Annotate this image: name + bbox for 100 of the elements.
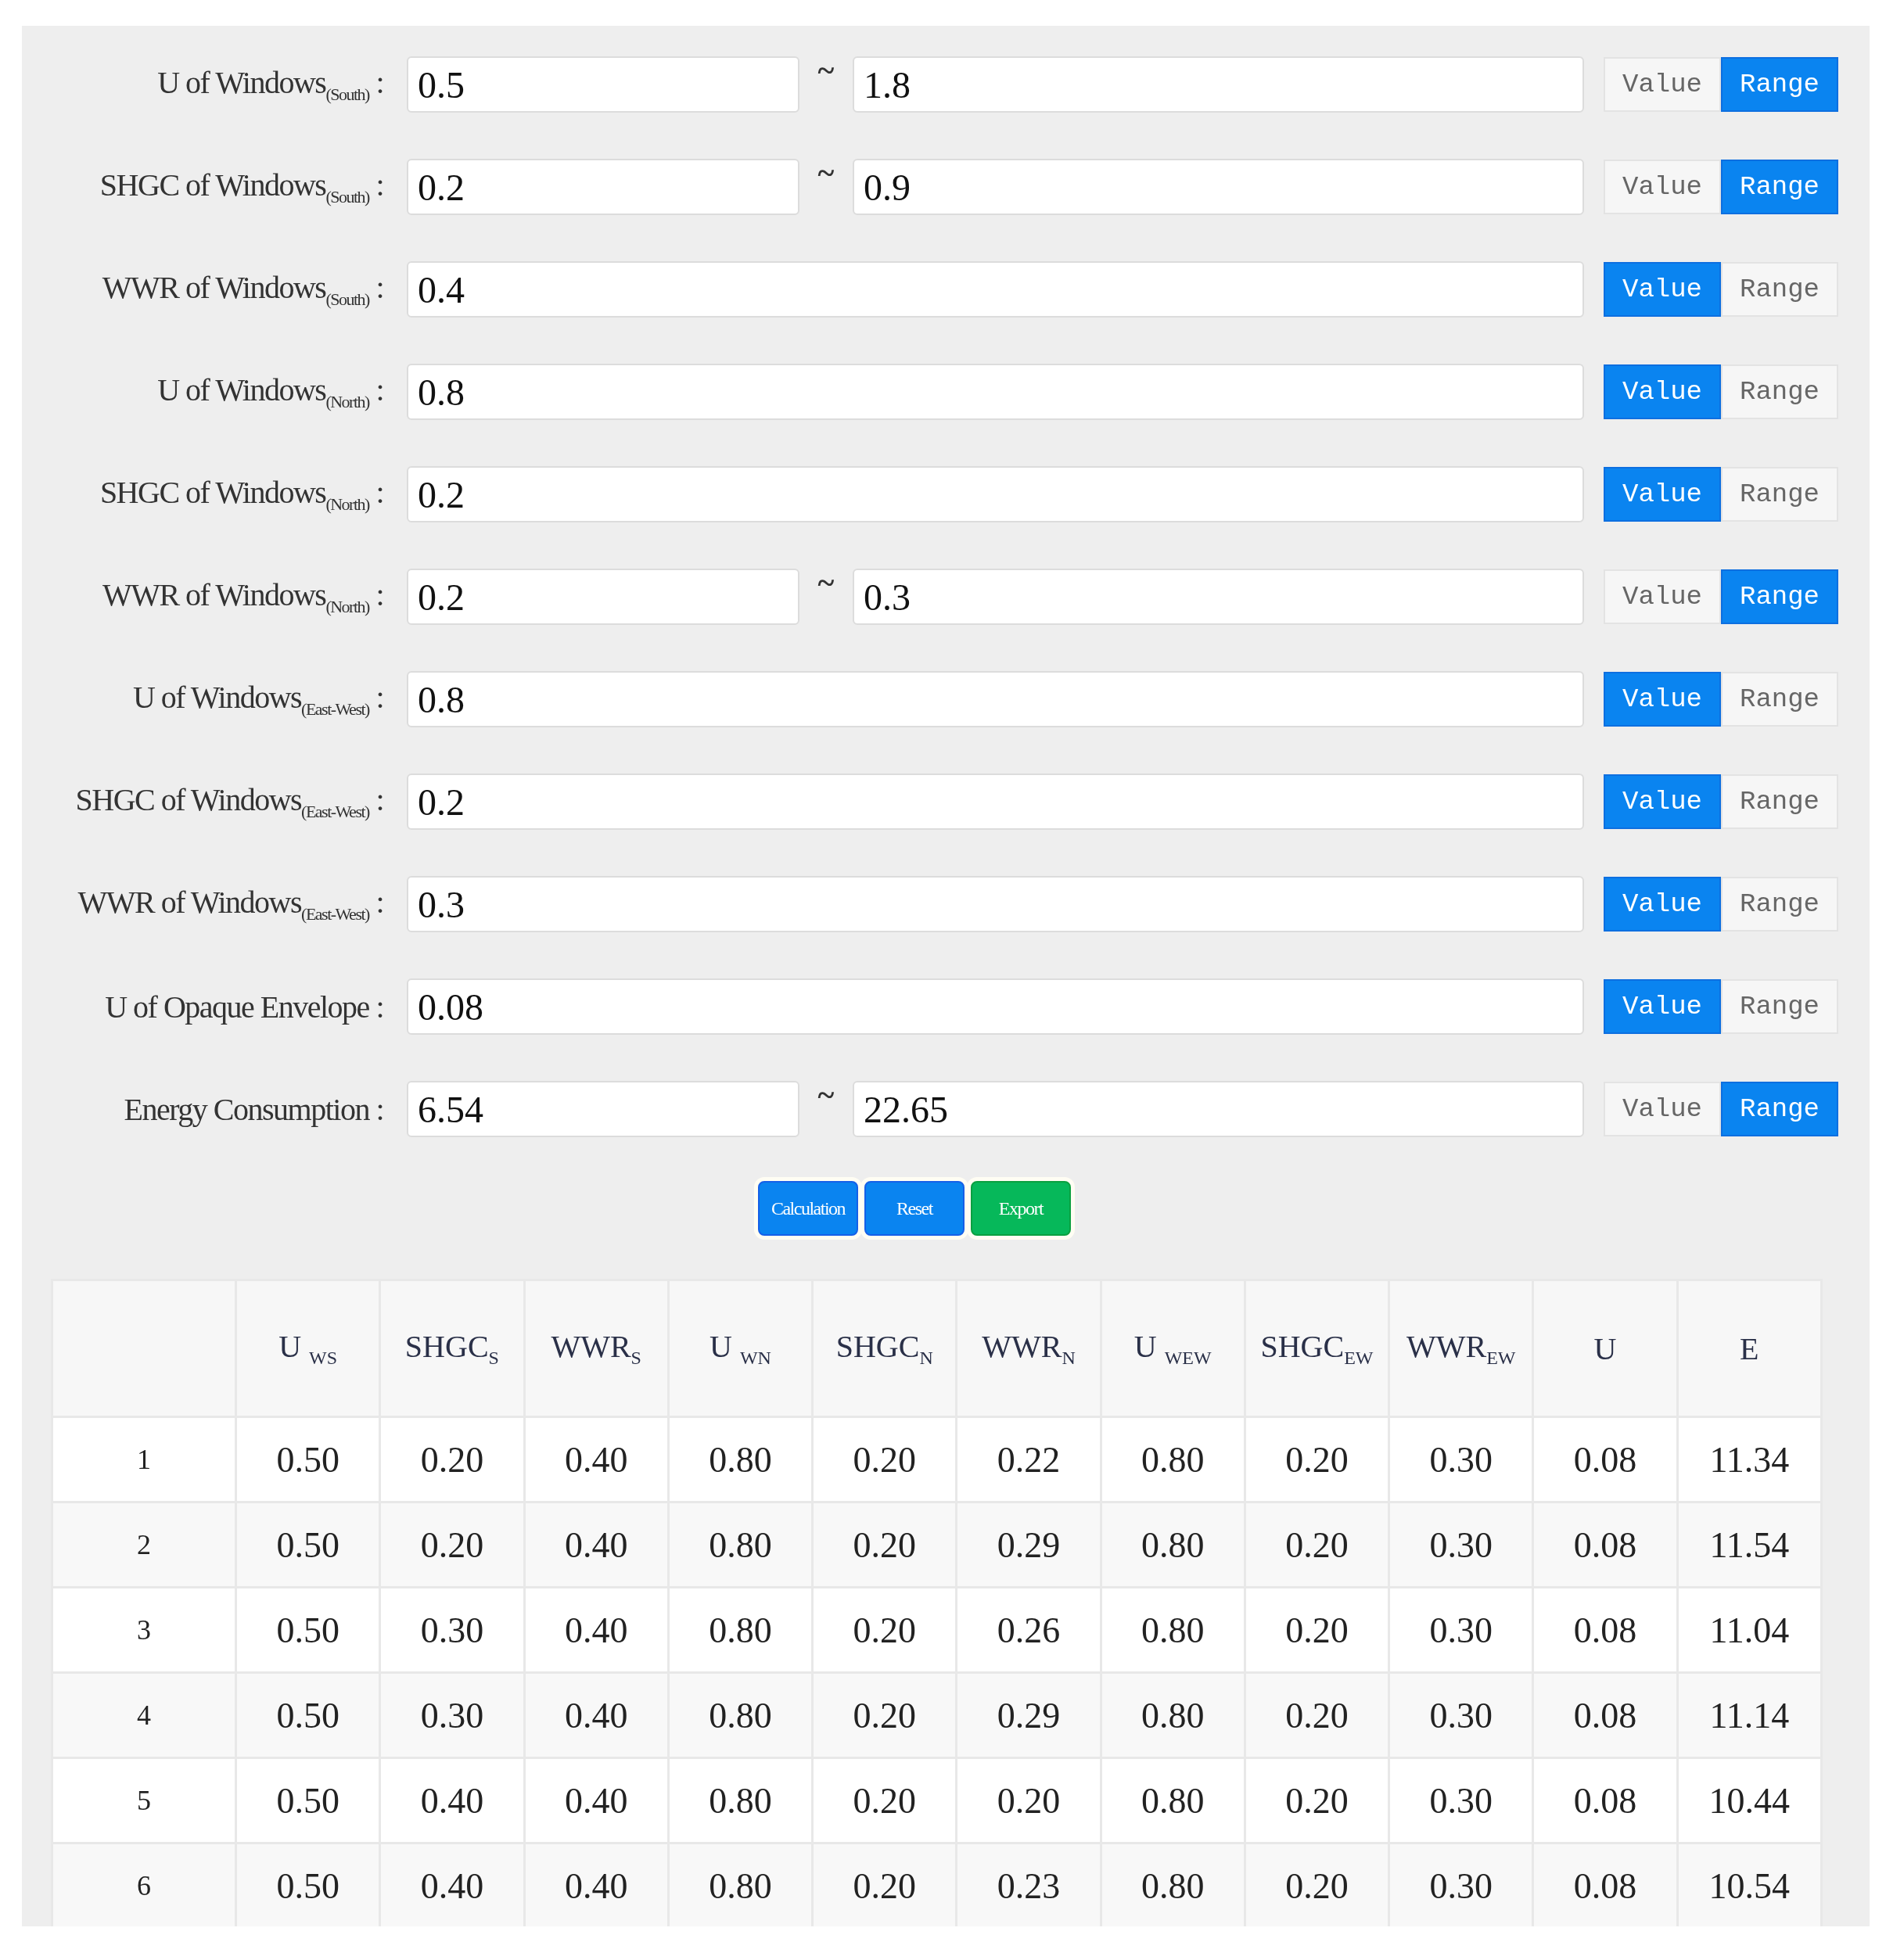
table-cell: 0.20 — [812, 1587, 957, 1673]
table-cell: 11.14 — [1677, 1672, 1822, 1758]
mode-toggle-button[interactable]: Range — [1721, 672, 1838, 727]
min-value-field[interactable]: 0.2 — [407, 159, 799, 215]
mode-toggle-button[interactable]: Value — [1604, 877, 1721, 932]
table-cell: 0.40 — [379, 1843, 525, 1926]
mode-toggle-button[interactable]: Value — [1604, 57, 1721, 112]
column-header: WWR$_{EW}$ — [1388, 1280, 1533, 1417]
table-cell: 0.08 — [1532, 1757, 1678, 1843]
table-cell: 0.20 — [956, 1757, 1101, 1843]
mode-toggle-button[interactable]: Range — [1721, 877, 1838, 932]
value-field[interactable]: 0.4 — [407, 261, 1584, 318]
mode-toggle-button[interactable]: Value — [1604, 364, 1721, 419]
value-field[interactable]: 0.8 — [407, 364, 1584, 420]
table-cell: 0.40 — [379, 1757, 525, 1843]
value-field[interactable]: 0.8 — [407, 671, 1584, 727]
table-cell: 0.30 — [379, 1587, 525, 1673]
mode-toggle-button[interactable]: Value — [1604, 672, 1721, 727]
field-label: Energy Consumption : — [123, 1090, 383, 1128]
field-label: WWR of Windows$_{(East-West)}$ : — [77, 884, 383, 924]
min-value-field[interactable]: 0.5 — [407, 56, 799, 113]
row-number: 6 — [52, 1843, 236, 1926]
table-cell: 0.08 — [1532, 1672, 1678, 1758]
value-field[interactable]: 0.2 — [407, 466, 1584, 522]
table-cell: 0.80 — [1101, 1416, 1245, 1502]
table-cell: 0.40 — [524, 1672, 669, 1758]
max-value-field[interactable]: 22.65 — [853, 1081, 1584, 1137]
table-cell: 0.20 — [379, 1502, 525, 1588]
range-separator: ~ — [817, 56, 835, 84]
mode-toggle-button[interactable]: Range — [1721, 57, 1838, 112]
value-field[interactable]: 0.08 — [407, 978, 1584, 1035]
mode-toggle-button[interactable]: Range — [1721, 467, 1838, 522]
range-separator: ~ — [817, 569, 835, 597]
field-label: U of Opaque Envelope : — [104, 988, 383, 1025]
column-header: SHGC$_{N}$ — [812, 1280, 957, 1417]
column-header: SHGC$_{S}$ — [379, 1280, 525, 1417]
value-field[interactable]: 0.2 — [407, 774, 1584, 830]
value-field[interactable]: 0.3 — [407, 876, 1584, 932]
table-cell: 0.50 — [235, 1672, 380, 1758]
column-header: WWR$_{S}$ — [524, 1280, 669, 1417]
column-header: SHGC$_{EW}$ — [1245, 1280, 1389, 1417]
column-header: U $_{WN}$ — [668, 1280, 813, 1417]
table-cell: 0.40 — [524, 1416, 669, 1502]
mode-toggle-button[interactable]: Range — [1721, 364, 1838, 419]
mode-toggle-button[interactable]: Value — [1604, 569, 1721, 624]
table-cell: 0.40 — [524, 1843, 669, 1926]
table-cell: 0.20 — [812, 1416, 957, 1502]
table-cell: 0.50 — [235, 1587, 380, 1673]
table-cell: 0.30 — [1388, 1757, 1533, 1843]
mode-toggle-button[interactable]: Range — [1721, 160, 1838, 214]
table-cell: 0.80 — [668, 1416, 813, 1502]
table-cell: 0.20 — [812, 1757, 957, 1843]
mode-toggle-button[interactable]: Range — [1721, 262, 1838, 317]
mode-toggle-button[interactable]: Range — [1721, 774, 1838, 829]
table-cell: 0.20 — [1245, 1502, 1389, 1588]
mode-toggle-button[interactable]: Value — [1604, 467, 1721, 522]
field-label: SHGC of Windows$_{(North)}$ : — [99, 474, 383, 515]
table-cell: 0.29 — [956, 1672, 1101, 1758]
table-cell: 0.50 — [235, 1502, 380, 1588]
row-number: 4 — [52, 1672, 236, 1758]
table-cell: 11.34 — [1677, 1416, 1822, 1502]
mode-toggle-button[interactable]: Value — [1604, 774, 1721, 829]
min-value-field[interactable]: 0.2 — [407, 569, 799, 625]
table-cell: 0.80 — [1101, 1502, 1245, 1588]
table-cell: 0.20 — [812, 1843, 957, 1926]
table-cell: 0.80 — [668, 1672, 813, 1758]
table-cell: 0.26 — [956, 1587, 1101, 1673]
table-cell: 0.40 — [524, 1757, 669, 1843]
mode-toggle-button[interactable]: Range — [1721, 569, 1838, 624]
mode-toggle-button[interactable]: Value — [1604, 160, 1721, 214]
table-cell: 0.30 — [1388, 1416, 1533, 1502]
field-label: U of Windows$_{(North)}$ : — [156, 372, 383, 412]
mode-toggle-button[interactable]: Value — [1604, 1082, 1721, 1136]
table-cell: 0.08 — [1532, 1416, 1678, 1502]
table-cell: 0.50 — [235, 1757, 380, 1843]
table-cell: 0.40 — [524, 1502, 669, 1588]
table-cell: 0.20 — [1245, 1843, 1389, 1926]
field-label: WWR of Windows$_{(South)}$ : — [101, 269, 383, 310]
mode-toggle-button[interactable]: Value — [1604, 262, 1721, 317]
mode-toggle-button[interactable]: Range — [1721, 1082, 1838, 1136]
column-header: U $_{WS}$ — [235, 1280, 380, 1417]
table-cell: 0.80 — [668, 1843, 813, 1926]
table-cell: 0.80 — [668, 1502, 813, 1588]
min-value-field[interactable]: 6.54 — [407, 1081, 799, 1137]
field-label: WWR of Windows$_{(North)}$ : — [101, 576, 383, 617]
mode-toggle-button[interactable]: Range — [1721, 979, 1838, 1034]
table-cell: 11.04 — [1677, 1587, 1822, 1673]
table-cell: 0.22 — [956, 1416, 1101, 1502]
max-value-field[interactable]: 0.9 — [853, 159, 1584, 215]
max-value-field[interactable]: 1.8 — [853, 56, 1584, 113]
max-value-field[interactable]: 0.3 — [853, 569, 1584, 625]
range-separator: ~ — [817, 159, 835, 187]
range-separator: ~ — [817, 1081, 835, 1109]
column-header: WWR$_{N}$ — [956, 1280, 1101, 1417]
mode-toggle-button[interactable]: Value — [1604, 979, 1721, 1034]
column-header: U — [1532, 1280, 1678, 1417]
table-cell: 0.20 — [812, 1672, 957, 1758]
table-cell: 0.80 — [668, 1587, 813, 1673]
table-cell: 0.20 — [812, 1502, 957, 1588]
column-header: E — [1677, 1280, 1822, 1417]
